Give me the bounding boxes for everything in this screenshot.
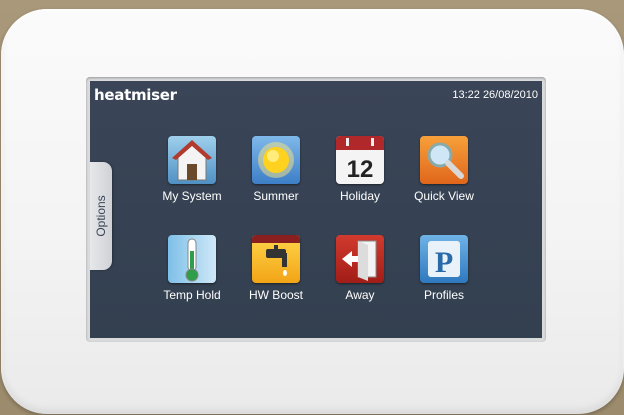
- tile-label: Holiday: [339, 189, 381, 203]
- tile-label: Temp Hold: [163, 288, 221, 302]
- tile-label: My System: [162, 189, 222, 203]
- sun-icon: [252, 136, 300, 184]
- thermometer-icon: [168, 235, 216, 283]
- tile-summer[interactable]: Summer: [236, 136, 316, 203]
- tile-profiles[interactable]: P Profiles: [404, 235, 484, 302]
- calendar-icon: 12: [336, 136, 384, 184]
- options-tab-label: Options: [94, 195, 108, 237]
- magnifier-icon: [420, 136, 468, 184]
- tile-label: HW Boost: [248, 288, 303, 302]
- tile-label: Away: [345, 288, 375, 302]
- tile-away[interactable]: Away: [320, 235, 400, 302]
- tile-my-system[interactable]: My System: [152, 136, 232, 203]
- tile-label: Profiles: [423, 288, 464, 302]
- datetime-display: 13:22 26/08/2010: [452, 89, 538, 101]
- hot-water-tap-icon: [252, 235, 300, 283]
- tile-quick-view[interactable]: Quick View: [404, 136, 484, 203]
- tile-label: Quick View: [414, 189, 474, 203]
- house-icon: [168, 136, 216, 184]
- tile-holiday[interactable]: 12 Holiday: [320, 136, 400, 203]
- touch-screen: heatmiser 13:22 26/08/2010 Options My Sy…: [90, 81, 542, 338]
- profiles-icon: P: [420, 235, 468, 283]
- profiles-letter: P: [435, 246, 453, 279]
- tile-temp-hold[interactable]: Temp Hold: [152, 235, 232, 302]
- tile-label: Summer: [253, 189, 299, 203]
- calendar-number: 12: [347, 156, 374, 183]
- brand-logo: heatmiser: [94, 86, 177, 104]
- tile-hw-boost[interactable]: HW Boost: [236, 235, 316, 302]
- options-tab[interactable]: Options: [90, 162, 112, 270]
- exit-door-icon: [336, 235, 384, 283]
